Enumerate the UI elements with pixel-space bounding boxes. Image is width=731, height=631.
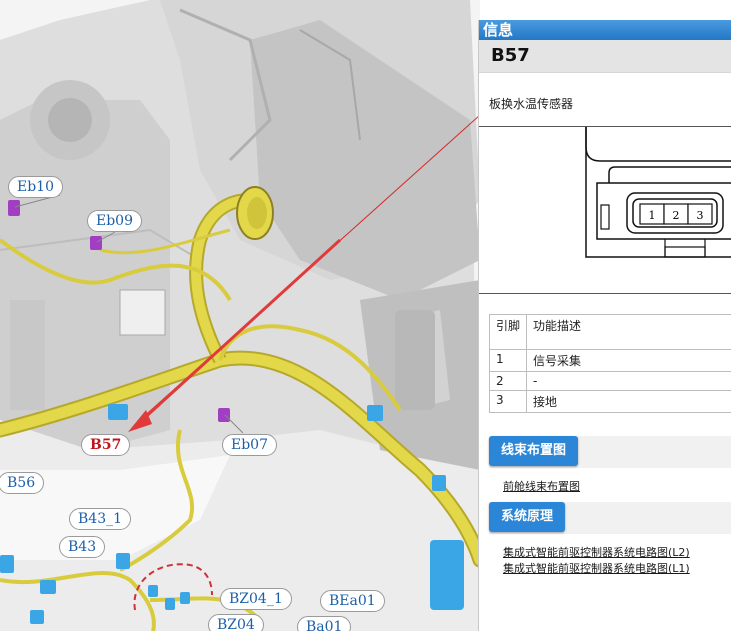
pin-number: 1 <box>489 349 527 372</box>
callout-b43[interactable]: B43 <box>59 536 106 558</box>
callout-b43-1[interactable]: B43_1 <box>69 508 132 530</box>
pin-function: - <box>526 371 731 391</box>
table-row: 3 接地 <box>489 390 731 413</box>
callout-bz04[interactable]: BZ04 <box>208 614 264 631</box>
pin-function: 接地 <box>526 390 731 413</box>
connector-drawing: 1 2 3 <box>585 127 731 258</box>
connector-pin-2: 2 <box>673 209 680 222</box>
harness-layout-link[interactable]: 前舱线束布置图 <box>503 478 580 494</box>
harness-diagram[interactable]: Eb10 Eb09 B57 Eb07 B56 B43_1 B43 BZ04_1 … <box>0 0 480 631</box>
pin-table: 引脚 功能描述 1 信号采集 2 - 3 接地 <box>489 314 731 413</box>
harness-layout-button[interactable]: 线束布置图 <box>489 436 579 466</box>
table-row: 1 信号采集 <box>489 349 731 372</box>
function-header: 功能描述 <box>526 314 731 350</box>
callout-eb07[interactable]: Eb07 <box>222 434 277 456</box>
component-description: 板换水温传感器 <box>489 97 574 111</box>
connector-pin-3: 3 <box>697 209 704 222</box>
schematic-link-l1[interactable]: 集成式智能前驱控制器系统电路图(L1) <box>503 560 690 576</box>
schematic-link-l2[interactable]: 集成式智能前驱控制器系统电路图(L2) <box>503 544 690 560</box>
callout-ba01[interactable]: Ba01 <box>297 616 352 631</box>
callout-b57[interactable]: B57 <box>81 434 131 456</box>
panel-header: 信息 <box>479 20 731 40</box>
connector-pin-1: 1 <box>649 209 656 222</box>
schematic-section-bar: 系统原理 <box>489 502 731 534</box>
connector-diagram: 1 2 3 <box>479 126 731 294</box>
pin-header: 引脚 <box>489 314 527 350</box>
callout-eb10[interactable]: Eb10 <box>8 176 63 198</box>
callout-bea01[interactable]: BEa01 <box>320 590 385 612</box>
table-row: 2 - <box>489 371 731 391</box>
system-principle-button[interactable]: 系统原理 <box>489 502 566 532</box>
pin-number: 2 <box>489 371 527 391</box>
callout-eb09[interactable]: Eb09 <box>87 210 142 232</box>
component-code: B57 <box>479 40 731 73</box>
pin-table-header: 引脚 功能描述 <box>489 314 731 350</box>
callout-b56[interactable]: B56 <box>0 472 45 494</box>
harness-section-bar: 线束布置图 <box>489 436 731 468</box>
callout-bz04-1[interactable]: BZ04_1 <box>220 588 292 610</box>
info-panel: 信息 B57 板换水温传感器 1 2 3 引脚 功能描述 1 信号采集 2 - … <box>478 20 731 631</box>
pin-function: 信号采集 <box>526 349 731 372</box>
pin-number: 3 <box>489 390 527 413</box>
